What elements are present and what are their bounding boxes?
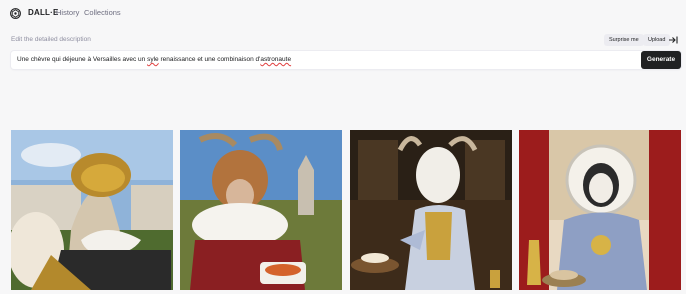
surprise-me-button[interactable]: Surprise me — [604, 34, 644, 46]
upload-button[interactable]: Upload — [643, 34, 671, 46]
collapse-arrow-icon[interactable] — [668, 34, 678, 46]
result-image-3[interactable] — [350, 130, 512, 290]
generate-button[interactable]: Generate — [641, 51, 681, 69]
result-image-2[interactable] — [180, 130, 342, 290]
prompt-input[interactable]: Une chèvre qui déjeune à Versailles avec… — [11, 51, 681, 69]
prompt-misspelled-word-2: astronaute — [260, 56, 292, 63]
top-nav-bar: DALL·E History Collections — [0, 0, 686, 27]
prompt-part-1: Une chèvre qui déjeune à Versailles avec… — [17, 56, 148, 63]
nav-collections[interactable]: Collections — [84, 8, 121, 17]
brand-name[interactable]: DALL·E — [28, 8, 59, 17]
openai-logo-icon[interactable] — [9, 7, 22, 20]
prompt-part-2: renaissance et une combinaison d' — [158, 56, 261, 63]
prompt-label: Edit the detailed description — [11, 36, 91, 43]
prompt-misspelled-word: syle — [147, 56, 159, 63]
prompt-text[interactable]: Une chèvre qui déjeune à Versailles avec… — [17, 56, 291, 63]
result-image-1[interactable] — [11, 130, 173, 290]
nav-history[interactable]: History — [56, 8, 79, 17]
result-image-4[interactable] — [519, 130, 681, 290]
